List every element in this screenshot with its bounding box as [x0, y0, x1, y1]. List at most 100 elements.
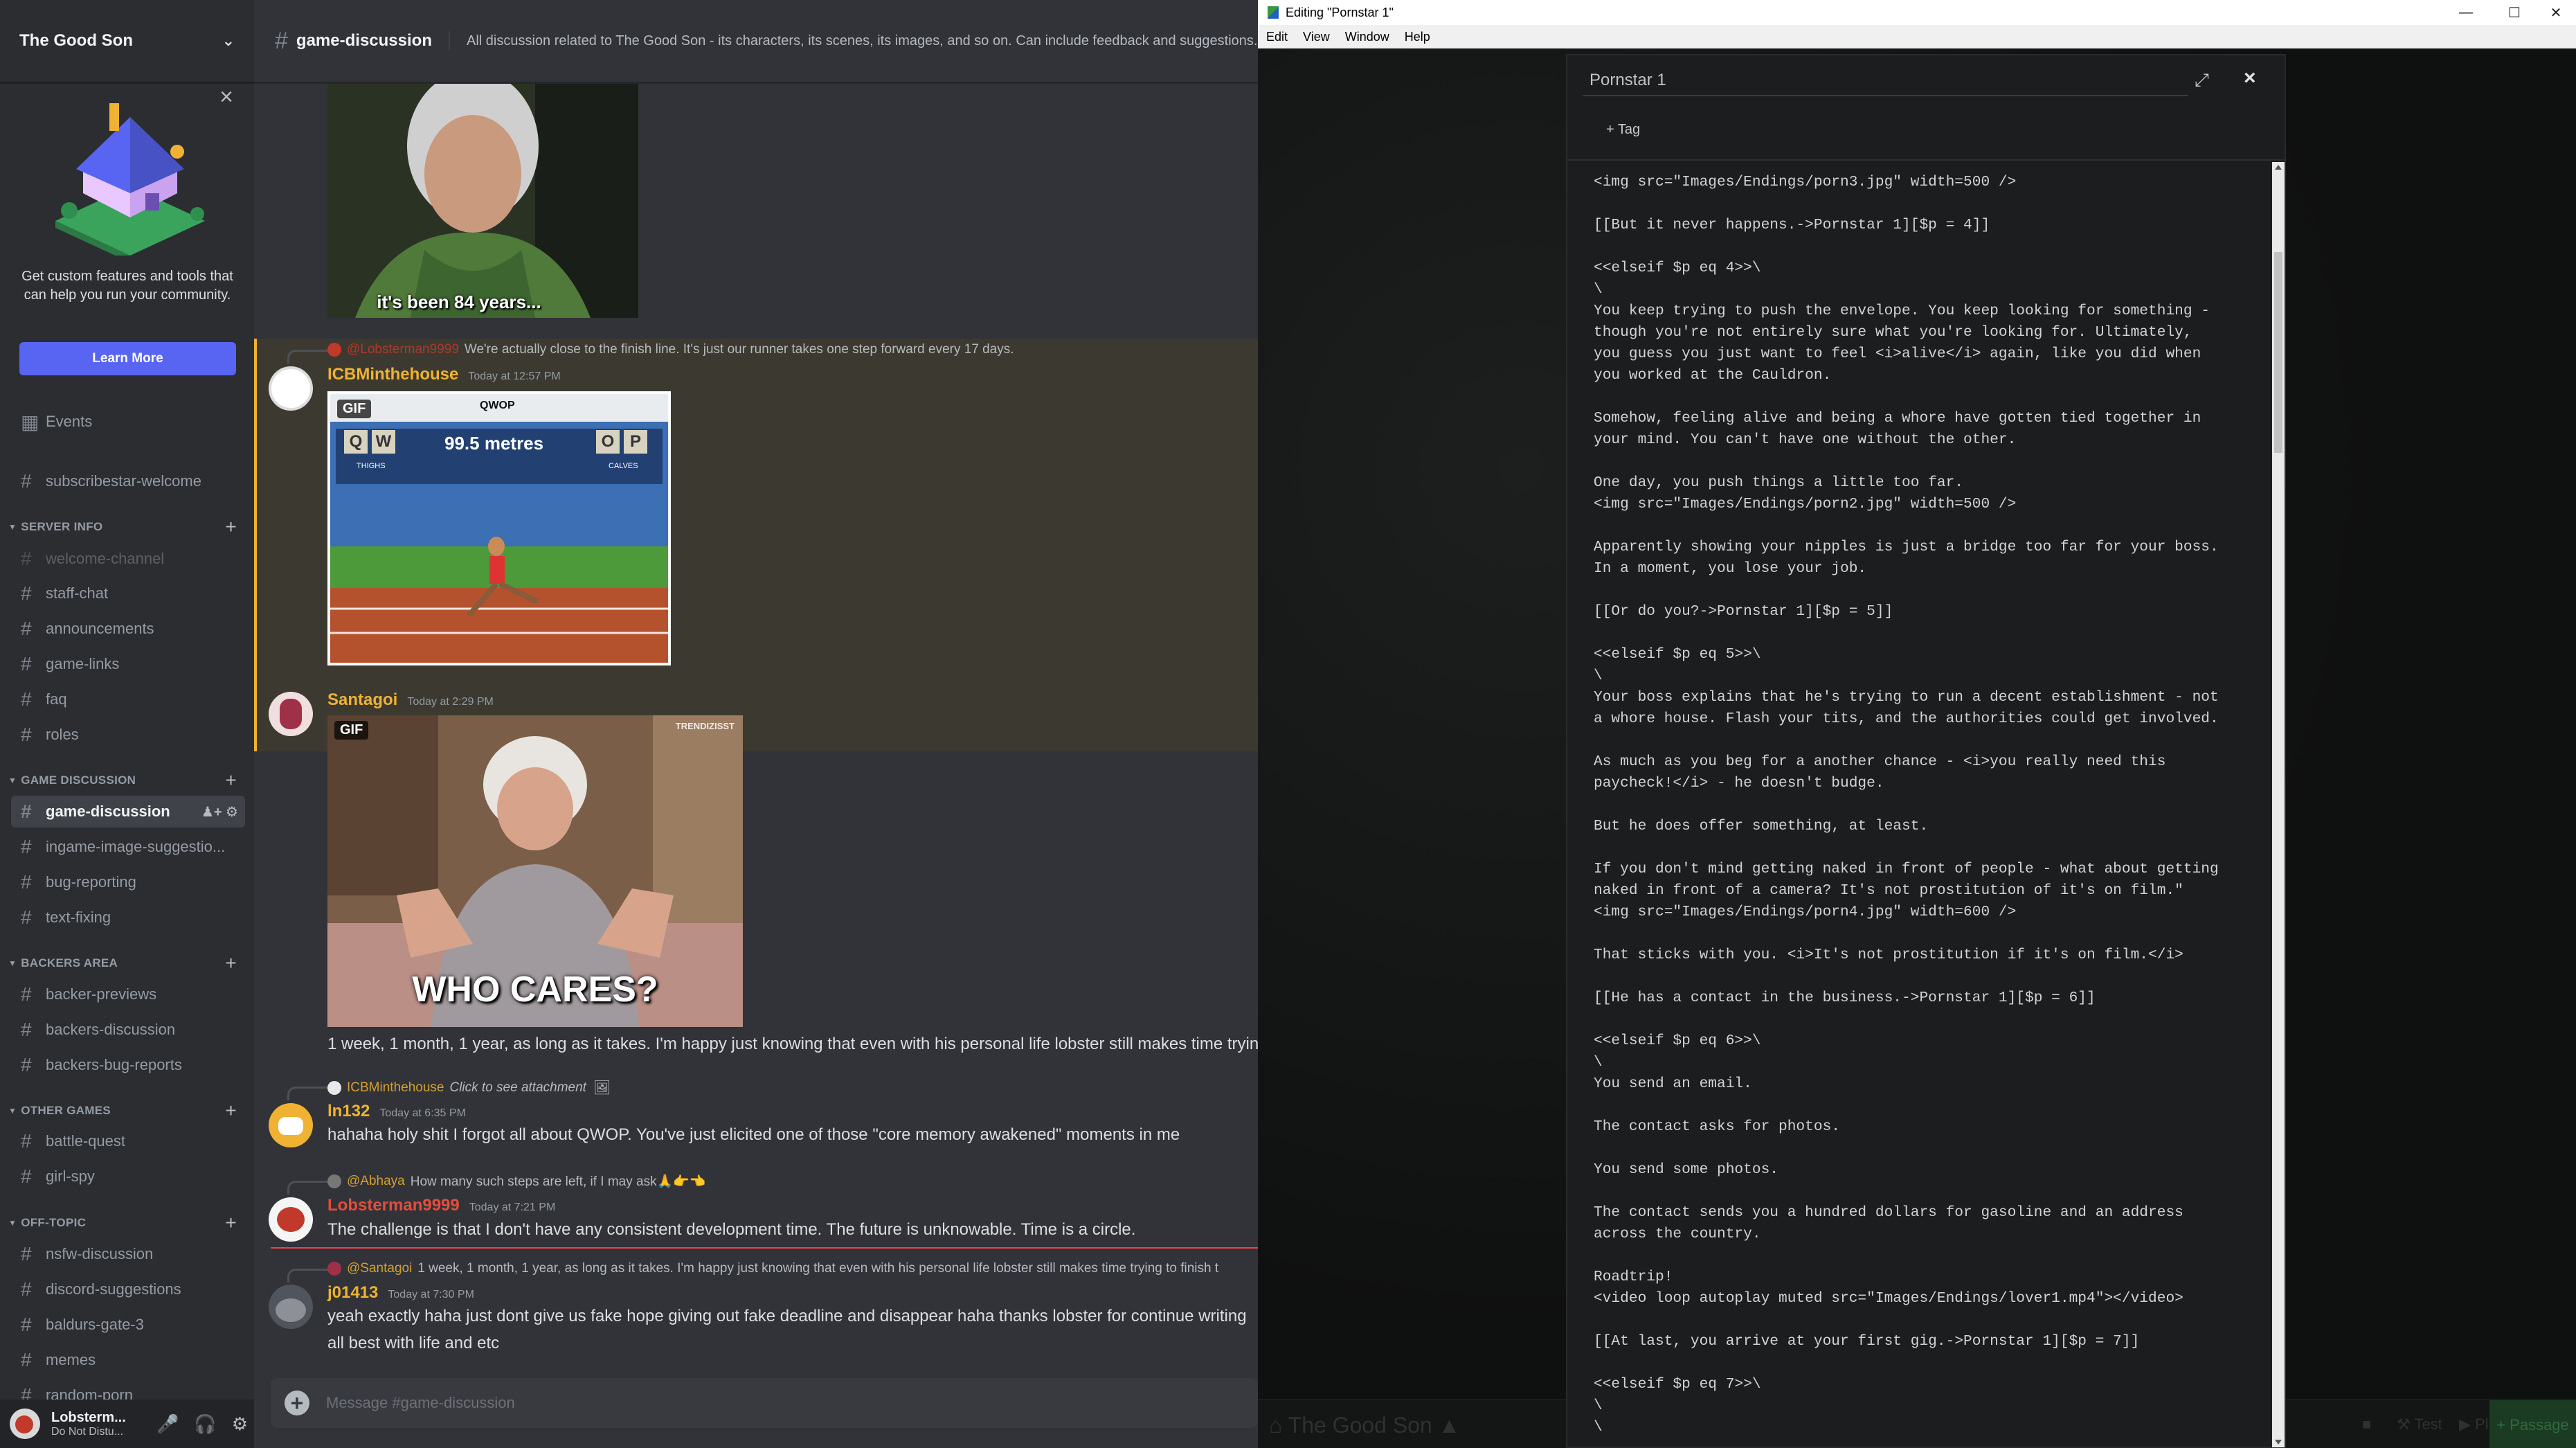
add-channel-icon[interactable]: +: [225, 1100, 237, 1122]
test-button[interactable]: ⚒ Test: [2397, 1415, 2442, 1433]
key-q: Q: [344, 430, 368, 454]
avatar[interactable]: [269, 1197, 313, 1242]
reply-preview[interactable]: @Santagoi 1 week, 1 month, 1 year, as lo…: [327, 1261, 1218, 1276]
scrollbar-thumb[interactable]: [2274, 252, 2282, 453]
reply-author: ICBMinthehouse: [347, 1080, 444, 1095]
story-name[interactable]: ⌂ The Good Son ▲: [1269, 1413, 1460, 1438]
channel-game-links[interactable]: # game-links: [11, 648, 245, 680]
category-game-discussion[interactable]: ▼ GAME DISCUSSION +: [8, 769, 244, 792]
add-channel-icon[interactable]: +: [225, 769, 237, 792]
avatar[interactable]: [10, 1409, 40, 1439]
avatar[interactable]: [269, 1103, 313, 1147]
reply-author: @Lobsterman9999: [347, 342, 459, 357]
add-attachment-icon[interactable]: +: [285, 1391, 309, 1415]
menu-window[interactable]: Window: [1345, 30, 1389, 44]
server-name: The Good Son: [19, 31, 133, 50]
user-info[interactable]: Lobsterm... Do Not Distu...: [51, 1410, 141, 1438]
close-icon[interactable]: ×: [219, 84, 233, 111]
message-composer[interactable]: + Message #game-discussion: [271, 1378, 1258, 1428]
code-line: though you're not entirely sure what you…: [1594, 324, 2192, 341]
channel-backer-previews[interactable]: # backer-previews: [11, 978, 245, 1010]
author-name: Lobsterman9999: [327, 1196, 460, 1215]
scroll-down-icon[interactable]: [2275, 1440, 2282, 1445]
channel-battle-quest[interactable]: # battle-quest: [11, 1125, 245, 1157]
channel-roles[interactable]: # roles: [11, 719, 245, 751]
events-item[interactable]: ▦ Events: [11, 406, 245, 438]
channel-topic[interactable]: All discussion related to The Good Son -…: [467, 33, 1257, 49]
channel-baldurs-gate-3[interactable]: # baldurs-gate-3: [11, 1309, 245, 1341]
menu-view[interactable]: View: [1303, 30, 1330, 44]
reply-preview[interactable]: @Lobsterman9999 We're actually close to …: [327, 342, 1014, 357]
qwop-calves-label: CALVES: [609, 462, 638, 470]
category-off-topic[interactable]: ▼ OFF-TOPIC +: [8, 1212, 244, 1234]
maximize-icon[interactable]: ⤢: [2195, 69, 2209, 91]
stop-icon[interactable]: ■: [2362, 1415, 2371, 1433]
avatar[interactable]: [269, 692, 313, 736]
code-line: <<elseif $p eq 4>>\: [1594, 260, 1761, 276]
close-icon[interactable]: ×: [2244, 66, 2256, 90]
channel-bug-reporting[interactable]: # bug-reporting: [11, 866, 245, 898]
menu-edit[interactable]: Edit: [1266, 30, 1288, 44]
headphones-icon[interactable]: 🎧: [194, 1413, 216, 1435]
avatar[interactable]: [269, 1285, 313, 1329]
message-author[interactable]: Santagoi Today at 2:29 PM: [327, 690, 494, 710]
channel-label: staff-chat: [46, 584, 109, 602]
close-icon[interactable]: ✕: [2532, 0, 2576, 25]
channel-label: subscribestar-welcome: [46, 472, 201, 490]
message-input[interactable]: Message #game-discussion: [326, 1394, 515, 1412]
channel-faq[interactable]: # faq: [11, 683, 245, 715]
add-channel-icon[interactable]: +: [225, 952, 237, 974]
passage-edit-dialog: Pornstar 1 ⤢ × + Tag <img src="Images/En…: [1566, 54, 2286, 1448]
message-author[interactable]: j01413 Today at 7:30 PM: [327, 1283, 474, 1303]
message-author[interactable]: ln132 Today at 6:35 PM: [327, 1102, 466, 1121]
channel-memes[interactable]: # memes: [11, 1344, 245, 1376]
learn-more-button[interactable]: Learn More: [19, 342, 236, 375]
channel-settings-icons[interactable]: ♟+ ⚙: [201, 803, 238, 821]
author-name: ICBMinthehouse: [327, 365, 459, 384]
code-line: But he does offer something, at least.: [1594, 818, 1929, 834]
gear-icon[interactable]: ⚙: [232, 1413, 248, 1435]
avatar[interactable]: [269, 366, 313, 411]
channel-girl-spy[interactable]: # girl-spy: [11, 1161, 245, 1192]
code-line: <<elseif $p eq 7>>\: [1594, 1376, 1761, 1393]
channel-label: announcements: [46, 620, 154, 637]
message-author[interactable]: ICBMinthehouse Today at 12:57 PM: [327, 365, 561, 384]
channel-ingame-image-suggestions[interactable]: # ingame-image-suggestio...: [11, 831, 245, 863]
passage-name-field[interactable]: Pornstar 1: [1583, 66, 2188, 96]
add-channel-icon[interactable]: +: [225, 516, 237, 538]
code-line: One day, you push things a little too fa…: [1594, 474, 1964, 491]
gif-attachment[interactable]: GIF TRENDIZISST WHO CARES?: [327, 715, 743, 1027]
hash-icon: #: [21, 470, 32, 492]
category-other-games[interactable]: ▼ OTHER GAMES +: [8, 1100, 244, 1121]
server-header[interactable]: The Good Son ⌄: [0, 0, 254, 84]
menu-help[interactable]: Help: [1405, 30, 1430, 44]
new-passage-button[interactable]: + Passage: [2489, 1400, 2576, 1448]
reply-preview[interactable]: @Abhaya How many such steps are left, if…: [327, 1173, 706, 1190]
scroll-up-icon[interactable]: [2275, 165, 2282, 170]
channel-discord-suggestions[interactable]: # discord-suggestions: [11, 1273, 245, 1305]
channel-label: backer-previews: [46, 985, 157, 1003]
channel-backers-discussion[interactable]: # backers-discussion: [11, 1014, 245, 1046]
gif-attachment[interactable]: it's been 84 years...: [327, 84, 638, 318]
add-channel-icon[interactable]: +: [225, 1212, 237, 1234]
category-backers-area[interactable]: ▼ BACKERS AREA +: [8, 952, 244, 974]
reply-preview[interactable]: ICBMinthehouse Click to see attachment 🖼: [327, 1079, 611, 1096]
message-author[interactable]: Lobsterman9999 Today at 7:21 PM: [327, 1196, 555, 1215]
add-tag-button[interactable]: + Tag: [1606, 122, 1640, 138]
channel-backers-bug-reports[interactable]: # backers-bug-reports: [11, 1049, 245, 1081]
channel-game-discussion[interactable]: # game-discussion ♟+ ⚙: [11, 796, 245, 828]
channel-welcome-channel[interactable]: # welcome-channel: [11, 543, 245, 575]
channel-announcements[interactable]: # announcements: [11, 613, 245, 645]
scrollbar[interactable]: [2272, 162, 2285, 1447]
channel-subscribestar-welcome[interactable]: # subscribestar-welcome: [11, 465, 245, 497]
minimize-icon[interactable]: —: [2442, 0, 2490, 25]
microphone-icon[interactable]: 🎤: [156, 1413, 179, 1435]
category-server-info[interactable]: ▼ SERVER INFO +: [8, 516, 244, 538]
channel-nsfw-discussion[interactable]: # nsfw-discussion: [11, 1238, 245, 1270]
channel-staff-chat[interactable]: # staff-chat: [11, 578, 245, 609]
passage-text-editor[interactable]: <img src="Images/Endings/porn3.jpg" widt…: [1574, 161, 2267, 1447]
channel-text-fixing[interactable]: # text-fixing: [11, 902, 245, 933]
gif-attachment[interactable]: GIF QWOP 99.5 metres Q W O P THIGHS CALV…: [327, 391, 671, 665]
